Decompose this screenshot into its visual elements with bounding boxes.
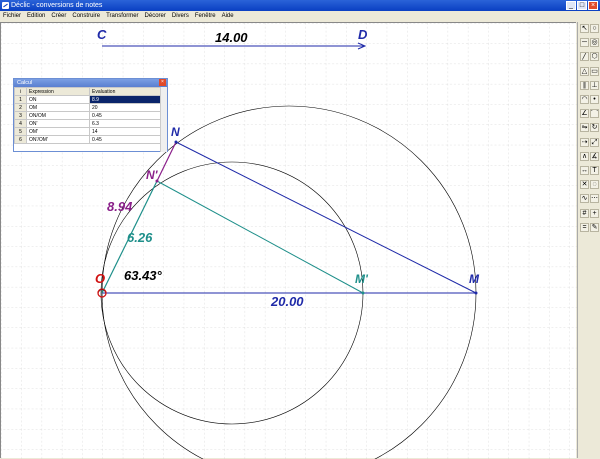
label-o: O — [95, 271, 105, 286]
menu-aide[interactable]: Aide — [219, 11, 237, 22]
row-expression[interactable]: OM' — [26, 127, 90, 136]
circle-3pt-icon[interactable]: ◎ — [590, 38, 599, 48]
point-m[interactable] — [474, 291, 478, 295]
label-c: C — [97, 27, 107, 42]
measure-cd: 14.00 — [215, 30, 248, 45]
homothety-icon[interactable]: ⤢ — [590, 137, 599, 147]
row-evaluation: 6.3 — [89, 119, 162, 128]
maximize-button[interactable]: □ — [577, 1, 587, 10]
tool-palette: ↖ ○ ─ ◎ ╱ ⬡ △ ▭ ∥ ⊥ ◠ • ∠ ⌒ ⇋ ↻ ⇢ ⤢ ∧ ∡ ↔ T ✕ ◌ ∿ ⋯ # + = ✎ — [577, 22, 600, 458]
row-evaluation: 14 — [89, 127, 162, 136]
menu-construire[interactable]: Construire — [69, 11, 103, 22]
calc-icon[interactable]: = — [580, 222, 589, 232]
circle-icon[interactable]: ○ — [590, 24, 599, 33]
menu-fichier[interactable]: Fichier — [0, 11, 24, 22]
rectangle-icon[interactable]: ▭ — [590, 66, 599, 76]
tangent-icon[interactable]: ⌒ — [590, 109, 599, 119]
locus-icon[interactable]: ∿ — [580, 194, 589, 204]
rotation-icon[interactable]: ↻ — [590, 123, 599, 133]
table-row[interactable]: 2 OM 20 — [14, 103, 162, 112]
drawing-canvas[interactable]: C D 14.00 N N' 8.94 6.26 O 63.43° M' M 2… — [0, 22, 577, 459]
minimize-button[interactable]: _ — [566, 1, 576, 10]
row-index: 6 — [14, 135, 27, 144]
calc-close-icon[interactable]: × — [159, 79, 166, 86]
hide-icon[interactable]: ◌ — [590, 180, 599, 190]
calc-header-expression: Expression — [26, 87, 90, 96]
window-title: Déclic - conversions de notes — [11, 2, 103, 9]
table-row[interactable]: 1 ON 8.9 — [14, 95, 162, 104]
translation-icon[interactable]: ⇢ — [580, 137, 589, 147]
point-m-prime[interactable] — [361, 291, 365, 295]
measure-angle: 63.43° — [124, 268, 163, 283]
table-row[interactable]: 3 ON/OM 0.45 — [14, 111, 162, 120]
angle-icon[interactable]: ∡ — [590, 151, 599, 161]
label-m-prime: M' — [355, 272, 369, 286]
menu-creer[interactable]: Créer — [48, 11, 69, 22]
perpendicular-icon[interactable]: ⊥ — [590, 80, 599, 90]
measure-on: 8.94 — [107, 199, 133, 214]
menu-edition[interactable]: Edition — [24, 11, 48, 22]
bisector-icon[interactable]: ∠ — [580, 109, 589, 119]
row-expression[interactable]: ON' — [26, 119, 90, 128]
grid-icon[interactable]: # — [580, 208, 589, 218]
line-icon[interactable]: ╱ — [580, 52, 589, 62]
row-index: 1 — [14, 95, 27, 104]
point-n[interactable] — [174, 140, 178, 144]
row-evaluation: 0.45 — [89, 111, 162, 120]
menu-fenetre[interactable]: Fenêtre — [192, 11, 219, 22]
measure-on-prime: 6.26 — [127, 230, 153, 245]
label-d: D — [358, 27, 368, 42]
row-evaluation: 20 — [89, 103, 162, 112]
calc-header-row: i Expression Evaluation — [14, 87, 162, 96]
calc-title-bar[interactable]: Calcul × — [14, 79, 167, 87]
row-expression[interactable]: OM — [26, 103, 90, 112]
label-n-prime: N' — [146, 168, 159, 182]
pointer-icon[interactable]: ↖ — [580, 24, 589, 33]
table-row[interactable]: 4 ON' 6.3 — [14, 119, 162, 128]
parallel-icon[interactable]: ∥ — [580, 80, 589, 90]
menu-transformer[interactable]: Transformer — [103, 11, 141, 22]
table-row[interactable]: 5 OM' 14 — [14, 127, 162, 136]
measure-icon[interactable]: ↔ — [580, 166, 589, 175]
compass-icon[interactable]: ∧ — [580, 151, 589, 161]
menu-divers[interactable]: Divers — [169, 11, 192, 22]
calc-header-evaluation: Evaluation — [89, 87, 162, 96]
menu-decorer[interactable]: Décorer — [142, 11, 169, 22]
polygon-icon[interactable]: ⬡ — [590, 52, 599, 62]
measure-om: 20.00 — [270, 294, 304, 309]
app-icon — [2, 2, 9, 9]
calc-header-index: i — [14, 87, 27, 96]
row-index: 4 — [14, 119, 27, 128]
row-evaluation: 8.9 — [89, 95, 162, 104]
row-expression[interactable]: ON/OM — [26, 111, 90, 120]
table-row[interactable]: 6 ON'/OM' 0.45 — [14, 135, 162, 144]
row-index: 2 — [14, 103, 27, 112]
menu-bar: Fichier Edition Créer Construire Transfo… — [0, 11, 600, 22]
calc-scrollbar[interactable] — [160, 87, 167, 152]
label-m: M — [469, 272, 480, 286]
trace-icon[interactable]: ⋯ — [590, 194, 599, 204]
close-button[interactable]: × — [588, 1, 598, 10]
axes-icon[interactable]: + — [590, 208, 599, 218]
symmetry-icon[interactable]: ⇋ — [580, 123, 589, 133]
segment-icon[interactable]: ─ — [580, 38, 589, 48]
calc-window[interactable]: Calcul × i Expression Evaluation 1 ON 8.… — [13, 78, 168, 152]
arc-icon[interactable]: ◠ — [580, 95, 589, 104]
erase-icon[interactable]: ✕ — [580, 180, 589, 190]
calc-table: i Expression Evaluation 1 ON 8.9 2 OM 20… — [14, 87, 162, 144]
pencil-icon[interactable]: ✎ — [590, 222, 599, 232]
row-index: 5 — [14, 127, 27, 136]
text-icon[interactable]: T — [590, 166, 599, 175]
triangle-icon[interactable]: △ — [580, 66, 589, 76]
calc-title: Calcul — [17, 80, 33, 86]
row-index: 3 — [14, 111, 27, 120]
midpoint-icon[interactable]: • — [590, 95, 599, 104]
label-n: N — [171, 125, 180, 139]
title-bar: Déclic - conversions de notes _ □ × — [0, 0, 600, 11]
row-expression[interactable]: ON'/OM' — [26, 135, 90, 144]
row-evaluation: 0.45 — [89, 135, 162, 144]
row-expression[interactable]: ON — [26, 95, 90, 104]
